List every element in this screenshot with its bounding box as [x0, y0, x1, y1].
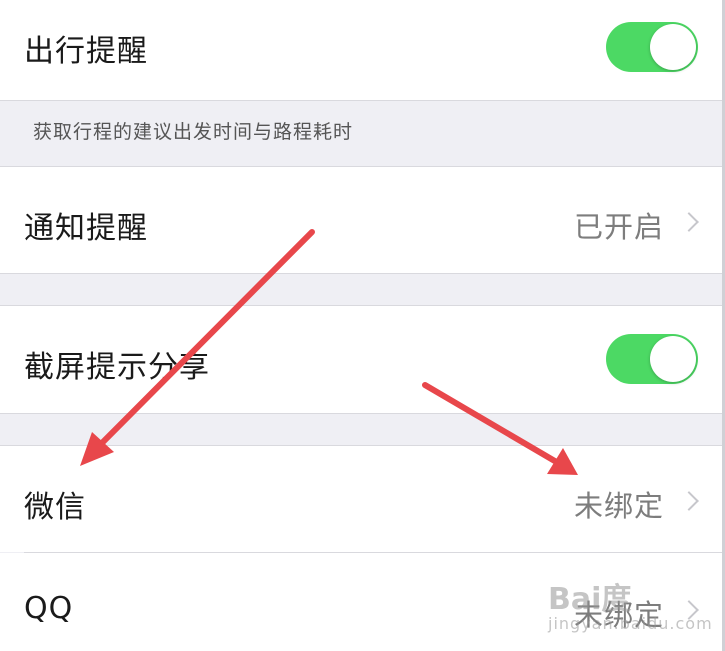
- wechat-label: 微信: [24, 490, 86, 525]
- chevron-right-icon: [679, 212, 699, 232]
- trip-reminder-note: 获取行程的建议出发时间与路程耗时: [33, 121, 354, 143]
- chevron-right-icon: [679, 491, 699, 511]
- screenshot-share-row[interactable]: 截屏提示分享: [0, 306, 722, 413]
- qq-label: QQ: [24, 591, 74, 626]
- watermark-url: jingyan.baidu.com: [548, 614, 713, 633]
- divider: [0, 413, 722, 414]
- notification-label: 通知提醒: [24, 211, 148, 246]
- notification-status: 已开启: [573, 210, 664, 244]
- divider: [0, 273, 722, 274]
- wechat-row[interactable]: 微信 未绑定: [0, 446, 722, 552]
- screenshot-share-label: 截屏提示分享: [24, 350, 210, 385]
- toggle-knob: [650, 336, 696, 382]
- trip-reminder-label: 出行提醒: [24, 34, 148, 69]
- trip-reminder-toggle[interactable]: [606, 22, 698, 72]
- toggle-knob: [650, 24, 696, 70]
- trip-reminder-note-section: 获取行程的建议出发时间与路程耗时: [0, 101, 722, 166]
- watermark-logo: Bai度: [548, 582, 632, 617]
- screenshot-share-toggle[interactable]: [606, 334, 698, 384]
- notification-row[interactable]: 通知提醒 已开启: [0, 167, 722, 273]
- watermark: Bai度 jingyan.baidu.com: [548, 568, 712, 640]
- trip-reminder-row[interactable]: 出行提醒: [0, 0, 722, 100]
- settings-screen: 出行提醒 获取行程的建议出发时间与路程耗时 通知提醒 已开启 截屏提示分享 微信…: [0, 0, 725, 651]
- wechat-status: 未绑定: [573, 489, 664, 523]
